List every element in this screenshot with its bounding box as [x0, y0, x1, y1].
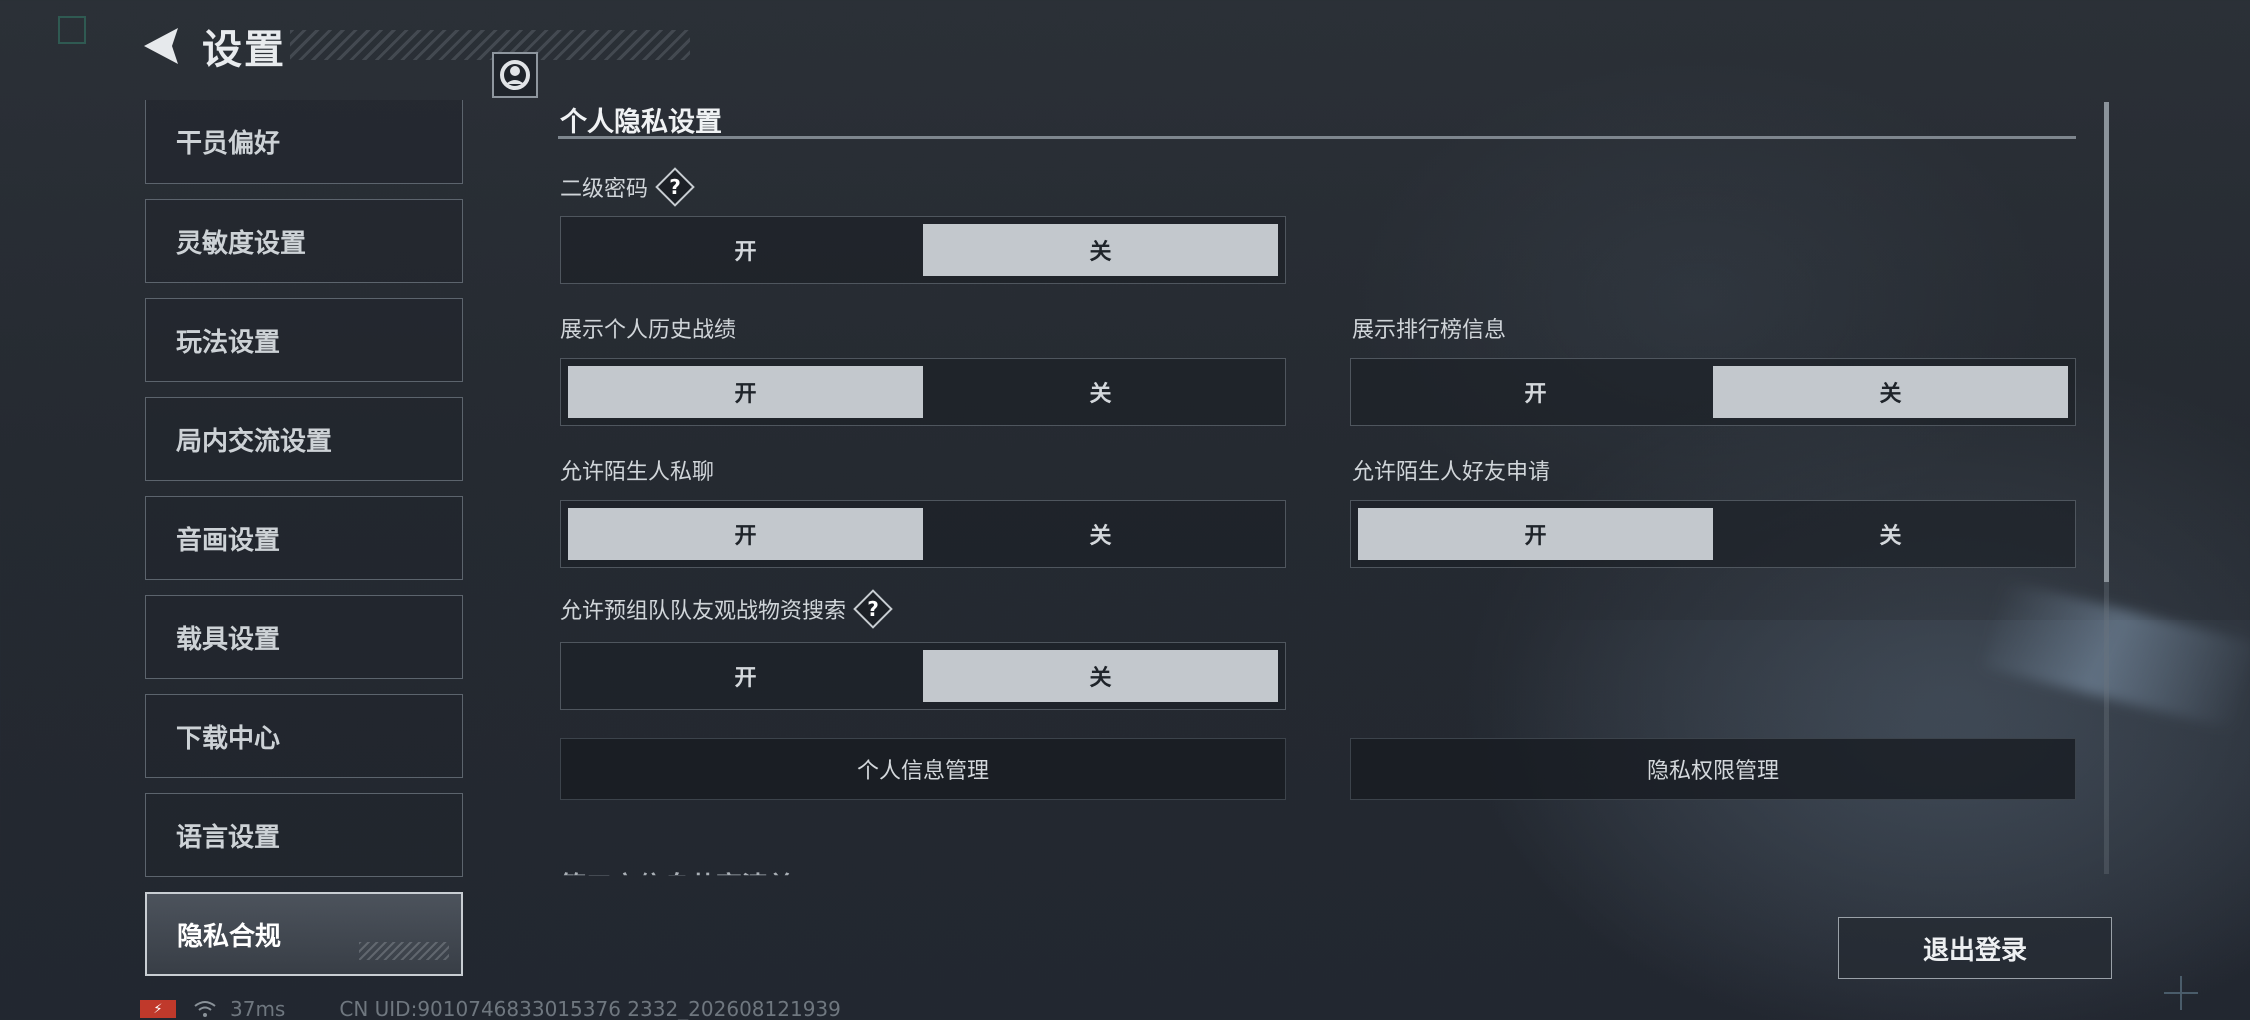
back-arrow-icon[interactable]	[140, 21, 182, 71]
crosshair-icon	[2164, 976, 2198, 1010]
sidebar-item-vehicle[interactable]: 载具设置	[145, 595, 463, 679]
toggle-option-on[interactable]: 开	[568, 650, 923, 702]
game-logo-icon	[492, 52, 538, 98]
setting-label-stranger-friend-request: 允许陌生人好友申请	[1352, 454, 1550, 486]
toggle-option-off[interactable]: 关	[923, 366, 1278, 418]
sidebar-item-gameplay[interactable]: 玩法设置	[145, 298, 463, 382]
status-bar: ⚡ 37ms CN UID:9010746833015376 2332_2026…	[140, 997, 841, 1020]
header: 设置	[140, 18, 690, 98]
corner-marker	[58, 16, 86, 44]
toggle-option-off[interactable]: 关	[1713, 508, 2068, 560]
toggle-secondary-password: 开 关	[560, 216, 1286, 284]
battery-glyph: ⚡	[153, 1001, 163, 1017]
toggle-option-on[interactable]: 开	[568, 224, 923, 276]
setting-label-text: 二级密码	[560, 177, 649, 202]
toggle-option-on[interactable]: 开	[568, 366, 923, 418]
toggle-option-on[interactable]: 开	[568, 508, 923, 560]
page-title: 设置	[202, 27, 286, 73]
sidebar-item-label: 音画设置	[176, 525, 281, 556]
sidebar-item-audio-video[interactable]: 音画设置	[145, 496, 463, 580]
header-decoration	[290, 30, 690, 60]
help-icon[interactable]: ?	[658, 170, 692, 204]
privacy-permission-management-button[interactable]: 隐私权限管理	[1350, 738, 2076, 800]
sidebar-item-sensitivity[interactable]: 灵敏度设置	[145, 199, 463, 283]
setting-label-history: 展示个人历史战绩	[560, 312, 736, 344]
user-uid: CN UID:9010746833015376 2332_20260812193…	[339, 997, 841, 1020]
scrollbar[interactable]	[2104, 102, 2109, 874]
toggle-option-off[interactable]: 关	[1713, 366, 2068, 418]
scrollbar-thumb[interactable]	[2104, 102, 2109, 582]
setting-label-secondary-password: 二级密码 ?	[560, 170, 692, 204]
setting-label-text: 允许陌生人好友申请	[1352, 460, 1551, 485]
toggle-stranger-chat: 开 关	[560, 500, 1286, 568]
setting-label-text: 允许预组队队友观战物资搜索	[560, 599, 847, 624]
toggle-option-off[interactable]: 关	[923, 650, 1278, 702]
setting-label-text: 展示排行榜信息	[1352, 318, 1507, 343]
setting-label-stranger-chat: 允许陌生人私聊	[560, 454, 714, 486]
next-section-title: 第三方信息共享清单	[560, 866, 794, 875]
setting-label-leaderboard: 展示排行榜信息	[1352, 312, 1506, 344]
toggle-option-on[interactable]: 开	[1358, 508, 1713, 560]
toggle-leaderboard: 开 关	[1350, 358, 2076, 426]
sidebar-item-label: 局内交流设置	[176, 426, 333, 457]
logout-button[interactable]: 退出登录	[1838, 917, 2112, 979]
toggle-option-on[interactable]: 开	[1358, 366, 1713, 418]
section-divider	[558, 136, 2076, 139]
sidebar-item-operator-preference[interactable]: 干员偏好	[145, 100, 463, 184]
sidebar-item-label: 玩法设置	[176, 327, 281, 358]
help-glyph: ?	[669, 175, 681, 199]
ping-value: 37ms	[230, 997, 286, 1020]
sidebar-item-download-center[interactable]: 下载中心	[145, 694, 463, 778]
sidebar-item-label: 灵敏度设置	[176, 228, 307, 259]
toggle-stranger-friend-request: 开 关	[1350, 500, 2076, 568]
personal-info-management-button[interactable]: 个人信息管理	[560, 738, 1286, 800]
setting-label-teammate-spectate: 允许预组队队友观战物资搜索 ?	[560, 592, 890, 626]
sidebar-item-privacy[interactable]: 隐私合规	[145, 892, 463, 976]
battery-charging-icon: ⚡	[140, 1000, 176, 1018]
toggle-option-off[interactable]: 关	[923, 224, 1278, 276]
sidebar-item-label: 下载中心	[176, 723, 281, 754]
help-glyph: ?	[867, 597, 879, 621]
privacy-settings-panel: 个人隐私设置 二级密码 ? 开 关 展示个人历史战绩 开 关 展示排行榜信息 开…	[558, 98, 2078, 878]
sidebar-item-label: 语言设置	[176, 822, 281, 853]
toggle-option-off[interactable]: 关	[923, 508, 1278, 560]
section-title: 个人隐私设置	[560, 107, 722, 138]
setting-label-text: 展示个人历史战绩	[560, 318, 737, 343]
help-icon[interactable]: ?	[856, 592, 890, 626]
setting-label-text: 允许陌生人私聊	[560, 460, 715, 485]
sidebar-item-language[interactable]: 语言设置	[145, 793, 463, 877]
sidebar-item-label: 干员偏好	[176, 129, 281, 159]
toggle-history: 开 关	[560, 358, 1286, 426]
toggle-teammate-spectate: 开 关	[560, 642, 1286, 710]
sidebar-item-label: 载具设置	[176, 624, 281, 655]
sidebar-item-label: 隐私合规	[177, 921, 282, 952]
wifi-icon	[192, 999, 218, 1019]
sidebar-item-communication[interactable]: 局内交流设置	[145, 397, 463, 481]
